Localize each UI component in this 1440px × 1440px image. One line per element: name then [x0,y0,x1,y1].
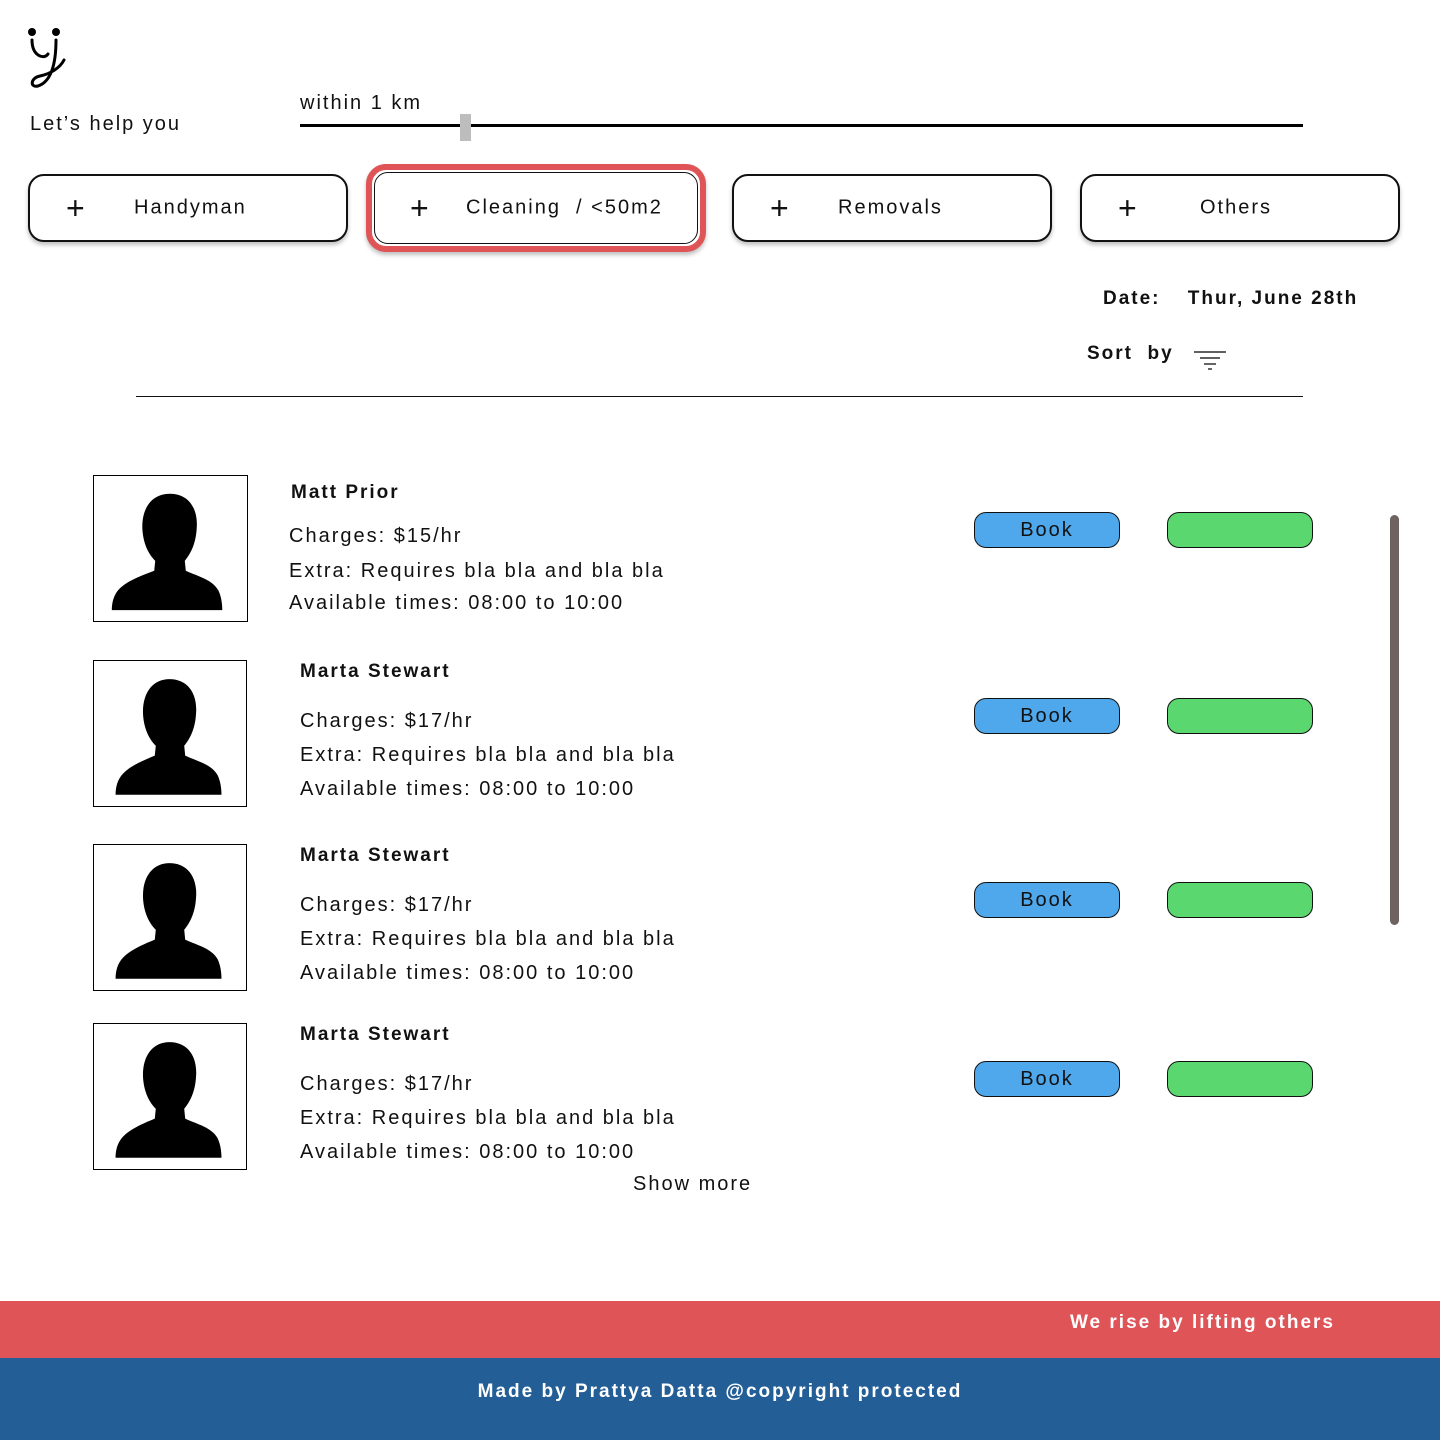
category-label: Handyman [134,196,247,219]
book-button[interactable]: Book [974,1061,1120,1097]
book-button[interactable]: Book [974,882,1120,918]
avatar [93,660,247,807]
provider-extra: Extra: Requires bla bla and bla bla [300,744,676,766]
provider-name: Marta Stewart [300,1024,451,1045]
action-button[interactable] [1167,698,1313,734]
motto-text: We rise by lifting others [1069,1312,1335,1333]
avatar [93,475,248,622]
divider [136,396,1303,397]
category-handyman-button[interactable]: + Handyman [28,174,348,242]
category-cleaning-button[interactable]: + Cleaning / <50m2 [366,164,706,252]
provider-item: Marta Stewart Charges: $17/hr Extra: Req… [0,1023,1440,1173]
provider-charges: Charges: $15/hr [289,525,463,547]
plus-icon: + [1118,190,1139,226]
category-removals-button[interactable]: + Removals [732,174,1052,242]
tagline: Let’s help you [30,113,182,135]
distance-slider-handle[interactable] [460,114,471,141]
provider-times: Available times: 08:00 to 10:00 [289,592,625,614]
provider-item: Marta Stewart Charges: $17/hr Extra: Req… [0,660,1440,810]
avatar [93,844,247,991]
footer: Made by Prattya Datta @copyright protect… [0,1358,1440,1440]
provider-charges: Charges: $17/hr [300,710,474,732]
plus-icon: + [410,190,431,226]
plus-icon: + [770,190,791,226]
provider-times: Available times: 08:00 to 10:00 [300,962,636,984]
action-button[interactable] [1167,1061,1313,1097]
provider-extra: Extra: Requires bla bla and bla bla [289,560,665,582]
distance-label: within 1 km [300,92,423,114]
category-label: Cleaning / <50m2 [466,196,663,219]
book-button[interactable]: Book [974,512,1120,548]
provider-name: Matt Prior [291,482,400,503]
category-others-button[interactable]: + Others [1080,174,1400,242]
provider-times: Available times: 08:00 to 10:00 [300,1141,636,1163]
logo-icon [26,26,70,92]
date-value[interactable]: Thur, June 28th [1188,288,1358,309]
provider-times: Available times: 08:00 to 10:00 [300,778,636,800]
show-more-link[interactable]: Show more [633,1173,752,1196]
footer-credit: Made by Prattya Datta @copyright protect… [477,1381,963,1402]
provider-charges: Charges: $17/hr [300,1073,474,1095]
date-display: Date: Thur, June 28th [1103,288,1358,310]
motto-banner: We rise by lifting others [0,1301,1440,1358]
book-button[interactable]: Book [974,698,1120,734]
provider-item: Matt Prior Charges: $15/hr Extra: Requir… [0,475,1440,625]
plus-icon: + [66,190,87,226]
date-label: Date: [1103,288,1161,309]
provider-name: Marta Stewart [300,845,451,866]
category-label: Others [1200,196,1273,219]
sort-label: Sort by [1087,343,1174,364]
provider-extra: Extra: Requires bla bla and bla bla [300,1107,676,1129]
provider-extra: Extra: Requires bla bla and bla bla [300,928,676,950]
list-scrollbar[interactable] [1390,515,1399,925]
avatar [93,1023,247,1170]
distance-slider-track[interactable] [300,124,1303,127]
action-button[interactable] [1167,512,1313,548]
filter-icon[interactable] [1194,350,1226,372]
provider-name: Marta Stewart [300,661,451,682]
category-label: Removals [838,196,943,219]
action-button[interactable] [1167,882,1313,918]
provider-item: Marta Stewart Charges: $17/hr Extra: Req… [0,844,1440,994]
provider-charges: Charges: $17/hr [300,894,474,916]
